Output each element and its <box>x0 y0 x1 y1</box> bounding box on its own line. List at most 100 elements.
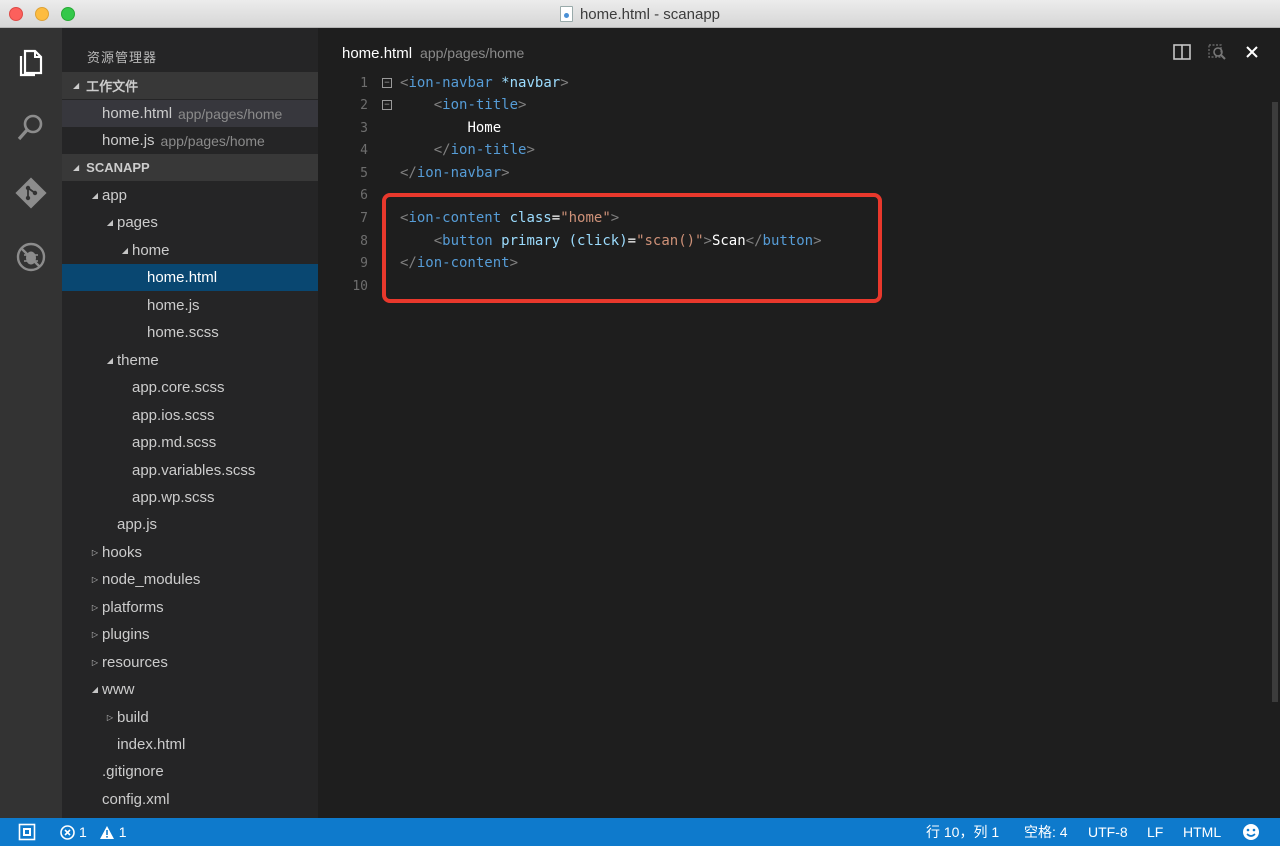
close-editor-icon[interactable] <box>1242 42 1262 62</box>
working-file-path: app/pages/home <box>178 105 283 122</box>
line-number: 9 <box>360 255 368 271</box>
tree-folder-item[interactable]: ◢ home <box>62 237 318 264</box>
debug-icon[interactable] <box>14 240 48 274</box>
code-line: 9 </ion-content> <box>318 252 1258 274</box>
fold-icon[interactable]: − <box>382 78 392 88</box>
feedback-smiley-icon[interactable] <box>1242 818 1260 846</box>
tree-item-label: www <box>102 681 135 698</box>
code-line: 6 <box>318 184 1258 206</box>
tree-folder-item[interactable]: ◢ www <box>62 676 318 703</box>
tree-item-label: app.md.scss <box>132 434 217 451</box>
working-files-header[interactable]: ◢ 工作文件 <box>62 72 318 99</box>
tree-file-item[interactable]: app.md.scss <box>62 429 318 456</box>
split-editor-icon[interactable] <box>1172 42 1192 62</box>
code-text: </ion-title> <box>433 142 535 158</box>
collapse-icon: ◢ <box>73 81 80 90</box>
tree-item-label: pages <box>117 214 158 231</box>
tab-file-name: home.html <box>342 45 413 62</box>
tree-folder-item[interactable]: ▷ build <box>62 704 318 731</box>
editor-scrollbar[interactable] <box>1266 72 1280 818</box>
scrollbar-thumb[interactable] <box>1272 102 1278 702</box>
activity-bar <box>0 28 62 818</box>
files-icon[interactable] <box>14 46 48 80</box>
tree-item-label: home.html <box>147 269 218 286</box>
tree-folder-item[interactable]: ▷ resources <box>62 649 318 676</box>
tree-folder-item[interactable]: ▷ node_modules <box>62 566 318 593</box>
search-icon[interactable] <box>14 110 48 144</box>
collapsed-chevron-icon: ▷ <box>106 713 114 722</box>
title-bar: home.html - scanapp <box>0 0 1280 28</box>
working-file-item[interactable]: home.js app/pages/home <box>62 127 318 154</box>
warning-count: 1 <box>118 824 127 840</box>
code-text: <button primary (click)="scan()">Scan</b… <box>433 233 822 249</box>
language-mode[interactable]: HTML <box>1183 818 1221 846</box>
warning-icon <box>99 825 114 839</box>
line-number: 10 <box>352 278 368 294</box>
problems-indicator[interactable]: 1 1 <box>60 818 127 846</box>
code-text: Home <box>467 120 502 136</box>
tree-folder-item[interactable]: ▷ plugins <box>62 621 318 648</box>
code-line: 8 <button primary (click)="scan()">Scan<… <box>318 230 1258 252</box>
line-number: 2 <box>360 97 368 113</box>
encoding-setting[interactable]: UTF-8 <box>1088 818 1128 846</box>
git-icon[interactable] <box>14 176 48 210</box>
expanded-chevron-icon: ◢ <box>106 356 114 365</box>
collapsed-chevron-icon: ▷ <box>91 575 99 584</box>
line-number: 1 <box>360 75 368 91</box>
line-number: 3 <box>360 120 368 136</box>
tree-item-label: app.ios.scss <box>132 407 215 424</box>
eol-setting[interactable]: LF <box>1147 818 1163 846</box>
window-title-group: home.html - scanapp <box>0 0 1280 28</box>
code-line: 1 − <ion-navbar *navbar> <box>318 72 1258 94</box>
status-bar: 1 1 行 10，列 1 空格: 4 UTF-8 LF HTML <box>0 818 1280 846</box>
window-title: home.html - scanapp <box>579 5 721 23</box>
tree-folder-item[interactable]: ◢ app <box>62 182 318 209</box>
indentation-setting[interactable]: 空格: 4 <box>1024 818 1068 846</box>
expanded-chevron-icon: ◢ <box>91 685 99 694</box>
tree-file-item[interactable]: home.html <box>62 264 318 291</box>
line-number: 6 <box>360 187 368 203</box>
tree-file-item[interactable]: app.core.scss <box>62 374 318 401</box>
code-text: <ion-navbar *navbar> <box>400 75 569 91</box>
code-line: 7 <ion-content class="home"> <box>318 207 1258 229</box>
tree-item-label: resources <box>102 654 168 671</box>
remote-icon[interactable] <box>18 818 36 846</box>
tree-file-item[interactable]: app.js <box>62 511 318 538</box>
tree-file-item[interactable]: config.xml <box>62 786 318 813</box>
explorer-sidebar: 资源管理器 ◢ 工作文件 home.html app/pages/home ho… <box>62 28 318 818</box>
tree-file-item[interactable]: .gitignore <box>62 758 318 785</box>
tree-item-label: plugins <box>102 626 150 643</box>
tree-file-item[interactable]: app.wp.scss <box>62 484 318 511</box>
code-line: 3 Home <box>318 117 1258 139</box>
working-files-label: 工作文件 <box>86 79 139 94</box>
tree-file-item[interactable]: home.scss <box>62 319 318 346</box>
tree-item-label: home.scss <box>147 324 219 341</box>
tree-item-label: theme <box>117 352 159 369</box>
tree-item-label: config.xml <box>102 791 170 808</box>
tree-item-label: node_modules <box>102 571 201 588</box>
open-changes-icon[interactable] <box>1207 42 1227 62</box>
tree-item-label: index.html <box>117 736 186 753</box>
project-header[interactable]: ◢ SCANAPP <box>62 154 318 181</box>
expanded-chevron-icon: ◢ <box>121 246 129 255</box>
code-text: </ion-navbar> <box>400 165 510 181</box>
tree-file-item[interactable]: index.html <box>62 731 318 758</box>
editor-tab[interactable]: home.html app/pages/home <box>342 45 524 62</box>
working-file-name: home.js <box>102 132 155 149</box>
cursor-position[interactable]: 行 10，列 1 <box>926 818 999 846</box>
tree-file-item[interactable]: app.ios.scss <box>62 402 318 429</box>
tree-file-item[interactable]: home.js <box>62 292 318 319</box>
line-number: 7 <box>360 210 368 226</box>
fold-icon[interactable]: − <box>382 100 392 110</box>
tree-file-item[interactable]: app.variables.scss <box>62 457 318 484</box>
tree-folder-item[interactable]: ◢ theme <box>62 347 318 374</box>
expanded-chevron-icon: ◢ <box>106 218 114 227</box>
tree-folder-item[interactable]: ▷ hooks <box>62 539 318 566</box>
line-number: 5 <box>360 165 368 181</box>
working-file-item[interactable]: home.html app/pages/home <box>62 100 318 127</box>
tree-folder-item[interactable]: ▷ platforms <box>62 594 318 621</box>
line-number: 8 <box>360 233 368 249</box>
tree-item-label: .gitignore <box>102 763 164 780</box>
explorer-title: 资源管理器 <box>87 50 158 65</box>
tree-folder-item[interactable]: ◢ pages <box>62 209 318 236</box>
